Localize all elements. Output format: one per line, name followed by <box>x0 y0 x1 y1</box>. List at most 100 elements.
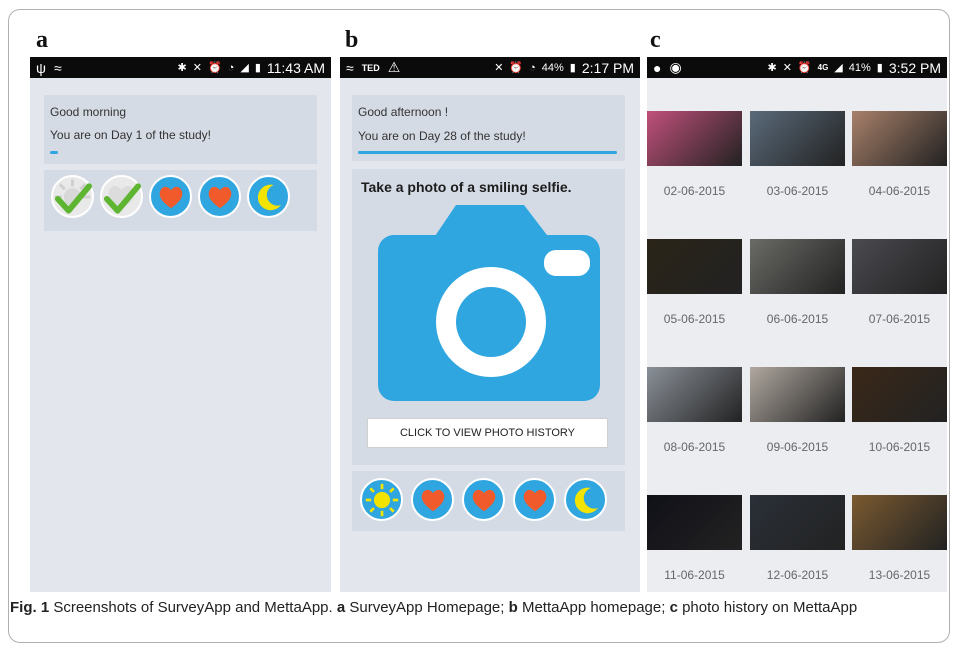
photo-task-card: Take a photo of a smiling selfie. CLICK … <box>352 169 625 465</box>
bluetooth-icon: ✱ <box>177 62 187 74</box>
heart-survey-button[interactable] <box>513 478 556 521</box>
photo-thumbnail[interactable] <box>852 367 947 422</box>
photo-date: 08-06-2015 <box>663 440 726 454</box>
network-label: 4G <box>817 63 829 72</box>
caption-label-a: a <box>336 599 346 616</box>
status-time: 11:43 AM <box>266 59 325 76</box>
moon-icon <box>257 184 281 210</box>
photo-thumbnail[interactable] <box>750 239 845 294</box>
heart-survey-button[interactable] <box>411 478 454 521</box>
battery-icon: ▮ <box>569 62 576 74</box>
photo-thumbnail[interactable] <box>852 495 947 550</box>
greeting-text: Good morning <box>50 105 127 119</box>
battery-icon: ▮ <box>254 62 261 74</box>
carrier-label: TED <box>361 62 380 73</box>
photo-history-item[interactable]: 03-06-2015 <box>750 111 845 198</box>
moon-icon <box>574 487 598 513</box>
battery-percent: 44% <box>541 61 564 74</box>
battery-percent: 41% <box>848 61 871 74</box>
alarm-icon: ⏰ <box>509 62 524 74</box>
status-bar: ● ◉ ✱ ✕ ⏰ 4G ◢ 41% ▮ 3:52 PM <box>647 57 947 78</box>
panel-letter-c: c <box>650 27 661 53</box>
heart-icon <box>421 489 444 511</box>
second-survey-done-button[interactable] <box>100 175 143 218</box>
photo-date: 12-06-2015 <box>766 568 829 582</box>
photo-history-item[interactable]: 12-06-2015 <box>750 495 845 582</box>
photo-history-item[interactable]: 06-06-2015 <box>750 239 845 326</box>
figure-caption: Fig. 1 Screenshots of SurveyApp and Mett… <box>10 598 940 618</box>
camera-icon[interactable] <box>378 205 600 401</box>
heart-icon <box>523 489 546 511</box>
figure-label: Fig. 1 <box>10 599 50 616</box>
screen-photo-history: ● ◉ ✱ ✕ ⏰ 4G ◢ 41% ▮ 3:52 PM 02-06-2015 0… <box>647 57 947 592</box>
photo-history-item[interactable]: 05-06-2015 <box>647 239 742 326</box>
greeting-card: Good morning You are on Day 1 of the stu… <box>44 95 317 164</box>
screen-mettaapp: ≈ TED ⚠ ✕ ⏰ ◔ 44% ▮ 2:17 PM Good afterno… <box>340 57 640 592</box>
day-progress-text: You are on Day 1 of the study! <box>50 128 211 142</box>
status-bar: ≈ TED ⚠ ✕ ⏰ ◔ 44% ▮ 2:17 PM <box>340 57 640 78</box>
status-time: 3:52 PM <box>888 59 941 76</box>
status-time: 2:17 PM <box>581 59 634 76</box>
heart-check-icon <box>103 182 141 214</box>
heart-icon <box>159 186 182 208</box>
survey-icon-row <box>44 170 317 231</box>
heart-icon <box>472 489 495 511</box>
wifi-icon: ◔ <box>227 61 235 74</box>
photo-date: 07-06-2015 <box>868 312 931 326</box>
photo-history-item[interactable]: 08-06-2015 <box>647 367 742 454</box>
panel-letter-a: a <box>36 27 48 53</box>
photo-thumbnail[interactable] <box>852 239 947 294</box>
wifi-icon: ◔ <box>529 61 536 74</box>
photo-history-item[interactable]: 07-06-2015 <box>852 239 947 326</box>
photo-history-item[interactable]: 10-06-2015 <box>852 367 947 454</box>
sun-check-icon <box>54 178 92 214</box>
caption-label-c: c <box>669 599 678 616</box>
battery-icon: ▮ <box>876 62 883 74</box>
photo-thumbnail[interactable] <box>750 111 845 166</box>
photo-history-item[interactable]: 04-06-2015 <box>852 111 947 198</box>
cell-signal-icon: ◢ <box>240 62 249 74</box>
alarm-icon: ⏰ <box>207 62 222 74</box>
photo-thumbnail[interactable] <box>750 367 845 422</box>
sun-icon <box>365 483 398 516</box>
status-bar: ψ ≈ ✱ ✕ ⏰ ◔ ◢ ▮ 11:43 AM <box>30 57 331 78</box>
caption-text: Screenshots of SurveyApp and MettaApp. <box>49 599 337 616</box>
screen-surveyapp: ψ ≈ ✱ ✕ ⏰ ◔ ◢ ▮ 11:43 AM Good morning Yo… <box>30 57 331 592</box>
photo-date: 10-06-2015 <box>868 440 931 454</box>
warning-icon: ⚠ <box>387 59 401 75</box>
photo-history-item[interactable]: 13-06-2015 <box>852 495 947 582</box>
photo-thumbnail[interactable] <box>647 239 742 294</box>
alarm-icon: ⏰ <box>797 62 812 74</box>
heart-survey-button[interactable] <box>149 175 192 218</box>
study-progress-bar <box>50 151 309 154</box>
evening-survey-button[interactable] <box>564 478 607 521</box>
photo-history-item[interactable]: 11-06-2015 <box>647 495 742 582</box>
photo-thumbnail[interactable] <box>750 495 845 550</box>
mute-icon: ✕ <box>782 62 792 74</box>
photo-thumbnail[interactable] <box>647 367 742 422</box>
photo-thumbnail[interactable] <box>647 495 742 550</box>
mute-icon: ✕ <box>494 62 504 74</box>
morning-survey-button[interactable] <box>360 478 403 521</box>
photo-prompt: Take a photo of a smiling selfie. <box>361 179 572 195</box>
study-progress-fill <box>358 151 617 154</box>
photo-date: 13-06-2015 <box>868 568 931 582</box>
photo-history-item[interactable]: 09-06-2015 <box>750 367 845 454</box>
heart-survey-button[interactable] <box>462 478 505 521</box>
notification-icon: ● <box>653 59 662 76</box>
photo-thumbnail[interactable] <box>647 111 742 166</box>
morning-survey-done-button[interactable] <box>51 175 94 218</box>
photo-date: 06-06-2015 <box>766 312 829 326</box>
signal-icon: ≈ <box>53 59 62 76</box>
photo-history-item[interactable]: 02-06-2015 <box>647 111 742 198</box>
heart-survey-button[interactable] <box>198 175 241 218</box>
caption-label-b: b <box>508 599 518 616</box>
photo-thumbnail[interactable] <box>852 111 947 166</box>
photo-date: 05-06-2015 <box>663 312 726 326</box>
day-progress-text: You are on Day 28 of the study! <box>358 129 526 143</box>
survey-icon-row <box>352 471 625 531</box>
view-photo-history-button[interactable]: CLICK TO VIEW PHOTO HISTORY <box>367 418 608 448</box>
signal-icon: ≈ <box>346 59 354 76</box>
evening-survey-button[interactable] <box>247 175 290 218</box>
photo-date: 02-06-2015 <box>663 184 726 198</box>
